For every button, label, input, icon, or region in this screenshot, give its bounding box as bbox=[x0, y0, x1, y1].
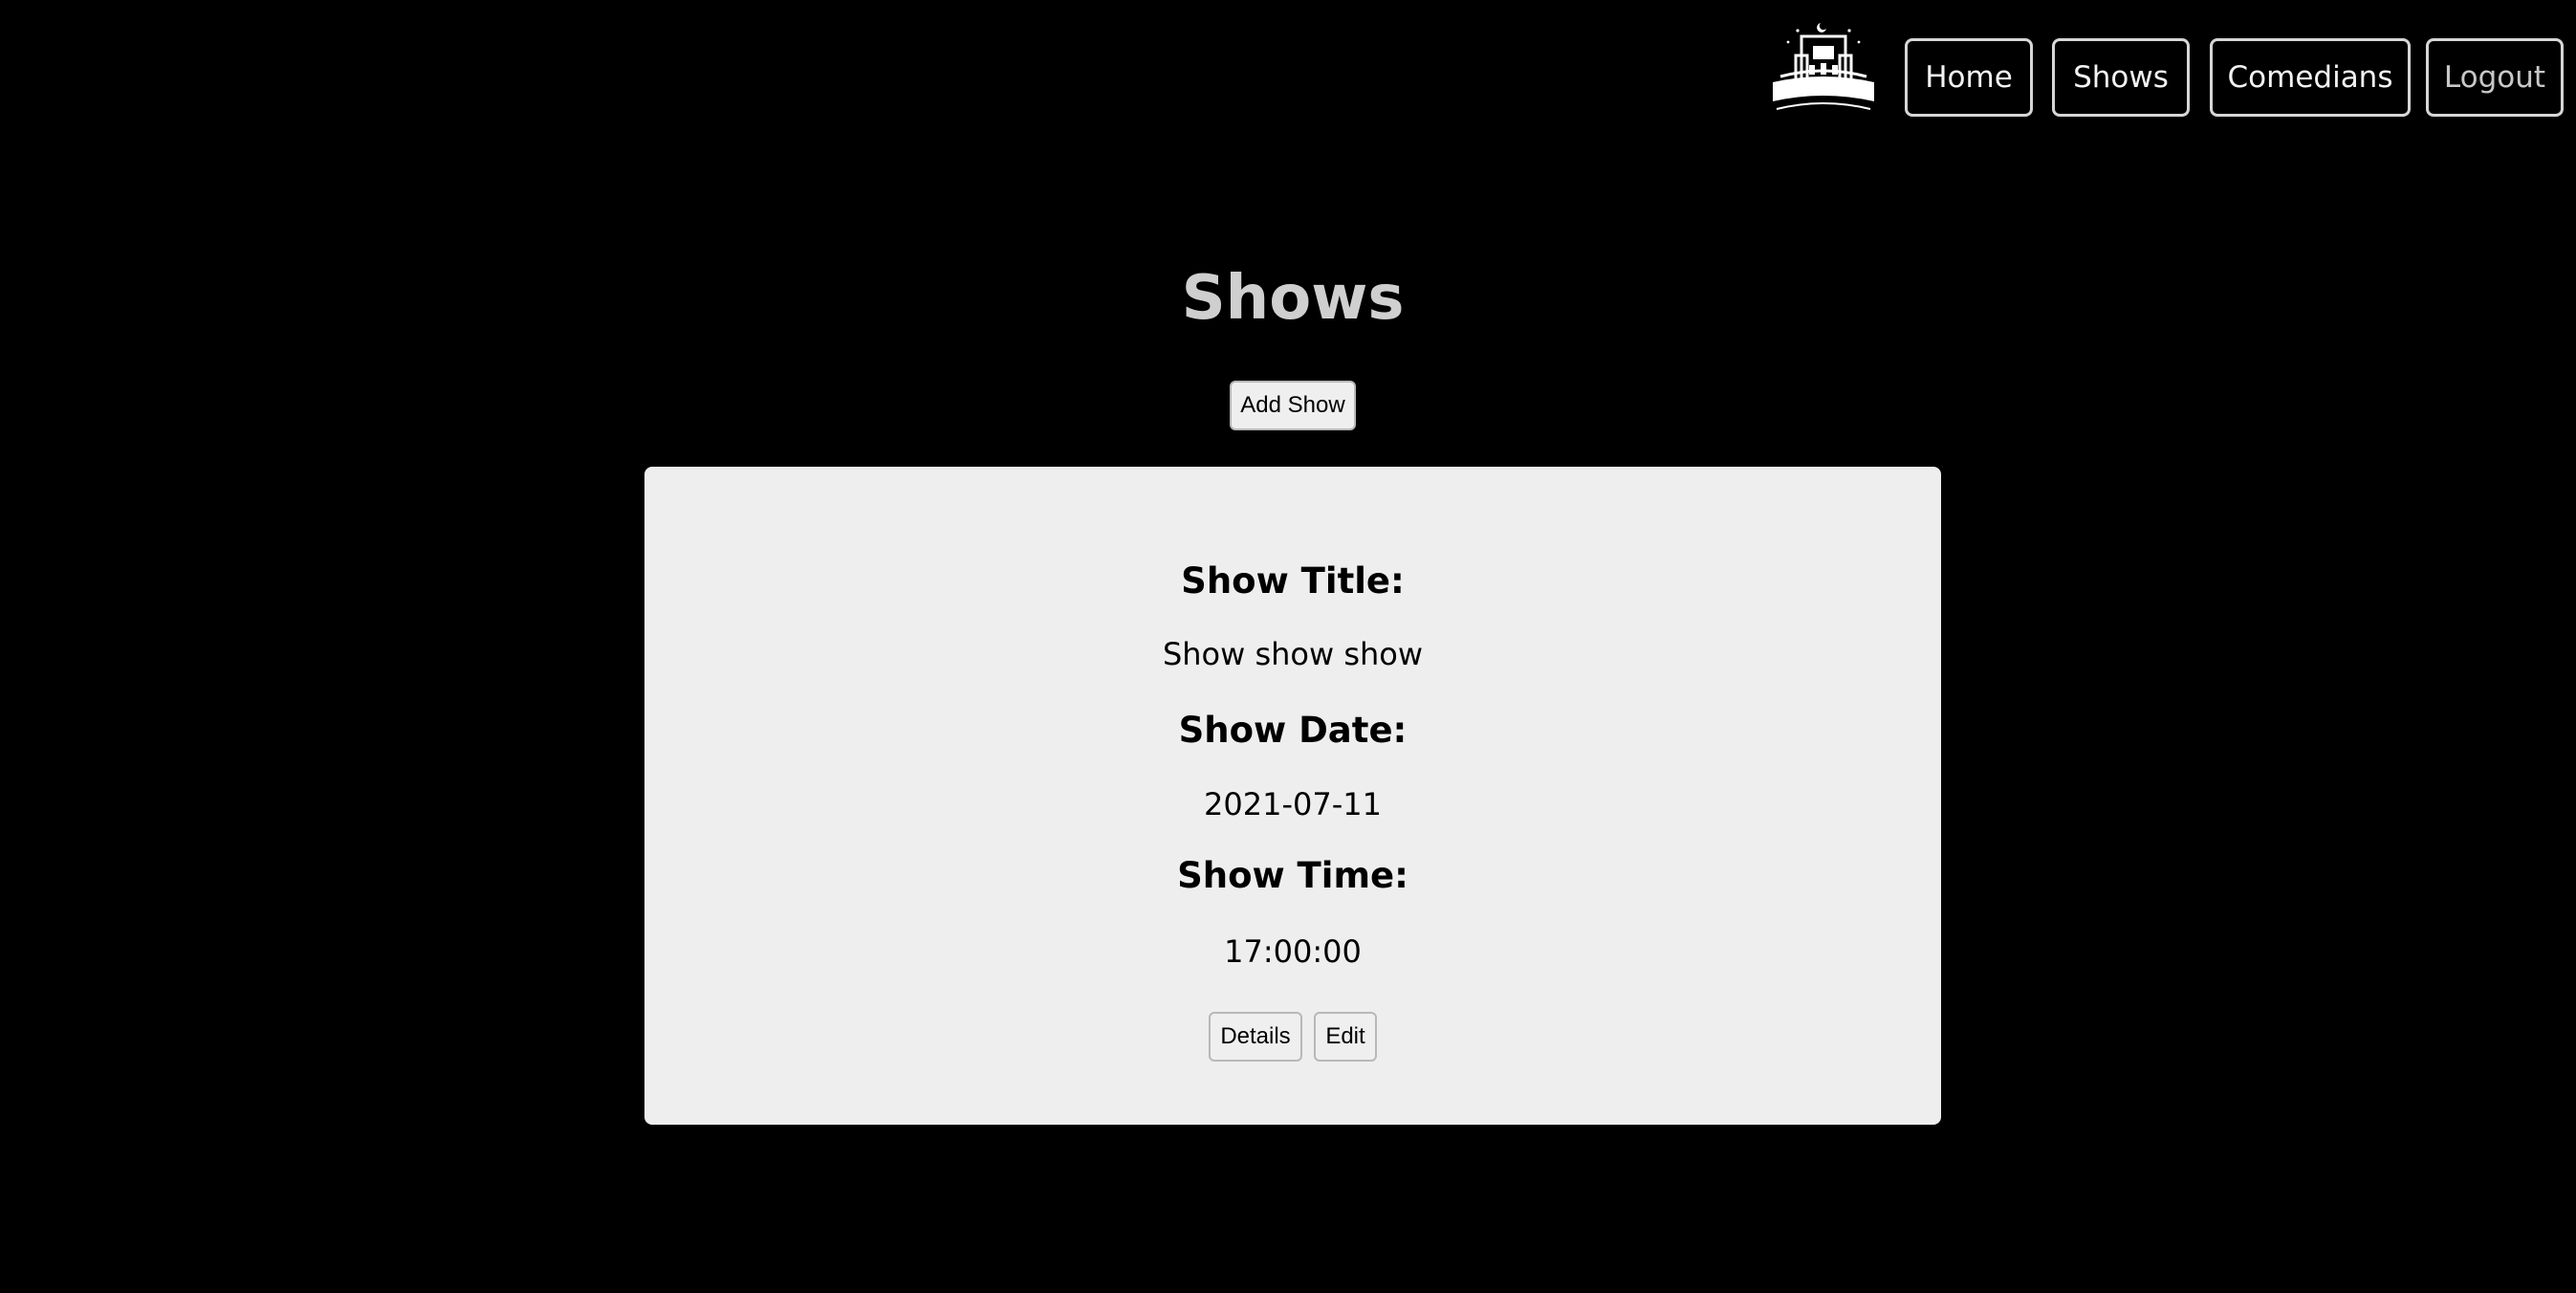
show-time-label: Show Time: bbox=[1177, 855, 1408, 896]
show-date-label: Show Date: bbox=[1178, 710, 1408, 751]
nav-comedians-button[interactable]: Comedians bbox=[2210, 38, 2411, 117]
page-title: Shows bbox=[1181, 263, 1405, 334]
details-button[interactable]: Details bbox=[1209, 1012, 1302, 1062]
nav-shows-button[interactable]: Shows bbox=[2052, 38, 2190, 117]
logo-icon bbox=[1773, 23, 1874, 110]
add-show-button[interactable]: Add Show bbox=[1230, 381, 1356, 430]
show-title-label: Show Title: bbox=[1181, 560, 1405, 602]
show-time-value: 17:00:00 bbox=[1224, 933, 1362, 970]
nav-home-button[interactable]: Home bbox=[1905, 38, 2033, 117]
show-title-value: Show show show bbox=[1162, 636, 1424, 672]
show-card: Show Title: Show show show Show Date: 20… bbox=[644, 467, 1941, 1125]
edit-button[interactable]: Edit bbox=[1314, 1012, 1377, 1062]
alameda-comedy-club-logo[interactable] bbox=[1759, 17, 1888, 124]
nav-logout-button[interactable]: Logout bbox=[2426, 38, 2564, 117]
show-date-value: 2021-07-11 bbox=[1204, 786, 1382, 822]
